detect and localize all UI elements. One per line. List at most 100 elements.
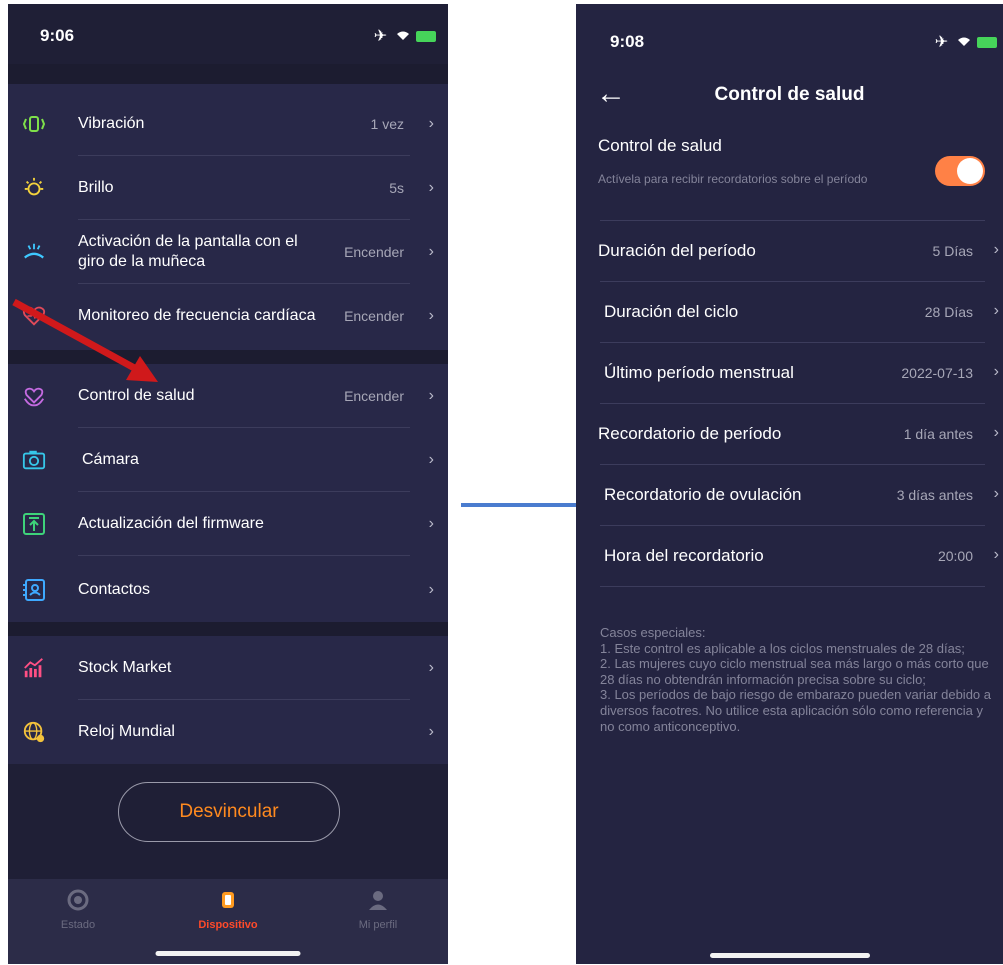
row-ovulation-reminder[interactable]: Recordatorio de ovulación 3 días antes › (600, 464, 1003, 526)
tab-bar: Estado Dispositivo Mi perfil (8, 879, 448, 964)
setting-label: Actualización del firmware (78, 515, 264, 532)
tab-mi-perfil[interactable]: Mi perfil (328, 889, 428, 931)
row-divider (600, 586, 985, 587)
setting-row-world-clock[interactable]: Reloj Mundial › (8, 700, 448, 764)
chevron-right-icon: › (428, 387, 434, 404)
chevron-right-icon: › (428, 307, 434, 324)
row-label: Hora del recordatorio (604, 546, 764, 565)
battery-icon (977, 37, 997, 49)
world-clock-icon (22, 720, 46, 744)
home-indicator (709, 953, 870, 958)
status-icons: ✈ (935, 32, 997, 52)
row-label: Recordatorio de período (598, 424, 782, 443)
special-cases-notes: Casos especiales: 1. Este control es apl… (600, 625, 991, 734)
setting-value: Encender (344, 244, 404, 260)
vibration-icon (22, 112, 46, 136)
chevron-right-icon: › (428, 723, 434, 740)
battery-icon (416, 31, 436, 43)
chevron-right-icon: › (428, 451, 434, 468)
status-bar: 9:08 ✈ (576, 4, 1003, 64)
toggle-title: Control de salud (598, 136, 722, 155)
row-value: 1 día antes (903, 426, 973, 442)
setting-label: Brillo (78, 179, 114, 196)
chevron-right-icon: › (993, 363, 999, 380)
settings-group-3: Stock Market › Reloj Mundial › (8, 636, 448, 764)
status-time: 9:08 (610, 32, 645, 51)
setting-value: 1 vez (370, 116, 404, 132)
row-label: Último período menstrual (604, 363, 794, 382)
stock-market-icon (22, 656, 46, 680)
toggle-subtitle: Actívela para recibir recordatorios sobr… (598, 172, 868, 186)
toggle-knob (957, 158, 983, 184)
setting-row-contacts[interactable]: Contactos › (8, 558, 448, 622)
row-value: 20:00 (937, 548, 973, 564)
row-reminder-time[interactable]: Hora del recordatorio 20:00 › (600, 525, 1003, 587)
row-label: Recordatorio de ovulación (604, 485, 802, 504)
chevron-right-icon: › (993, 546, 999, 563)
section-spacer (8, 622, 448, 636)
row-value: 28 Días (924, 304, 973, 320)
setting-value: Encender (344, 308, 404, 324)
chevron-right-icon: › (428, 659, 434, 676)
firmware-update-icon (22, 512, 46, 536)
tab-label: Mi perfil (358, 919, 398, 931)
chevron-right-icon: › (428, 581, 434, 598)
contacts-icon (22, 578, 46, 602)
airplane-icon: ✈ (373, 28, 390, 45)
setting-value: 5s (389, 180, 404, 196)
health-control-toggle[interactable] (935, 156, 985, 186)
tab-label: Estado (60, 919, 96, 931)
chevron-right-icon: › (428, 115, 434, 132)
row-period-reminder[interactable]: Recordatorio de período 1 día antes › (598, 403, 1003, 465)
chevron-right-icon: › (993, 424, 999, 441)
chevron-right-icon: › (428, 515, 434, 532)
status-ring-icon (67, 889, 89, 911)
row-cycle-duration[interactable]: Duración del ciclo 28 Días › (600, 281, 1003, 343)
chevron-right-icon: › (428, 243, 434, 260)
chevron-right-icon: › (993, 485, 999, 502)
setting-row-vibration[interactable]: Vibración 1 vez › (8, 92, 448, 156)
airplane-icon: ✈ (934, 34, 951, 51)
wifi-icon (957, 34, 977, 51)
right-phone-screen: 9:08 ✈ ← Control de salud Control de sal… (576, 4, 1003, 964)
setting-label: Stock Market (78, 659, 172, 676)
setting-label: Cámara (82, 451, 139, 468)
row-label: Duración del ciclo (604, 302, 739, 321)
chevron-right-icon: › (428, 179, 434, 196)
watch-icon (217, 889, 239, 911)
chevron-right-icon: › (993, 302, 999, 319)
left-phone-screen: 9:06 ✈ Vibración 1 vez › Brillo 5s › Act… (8, 4, 448, 964)
setting-label: Activación de la pantalla con el giro de… (78, 233, 298, 270)
row-value: 3 días antes (896, 487, 973, 503)
home-indicator (155, 951, 301, 956)
row-value: 5 Días (932, 243, 973, 259)
brightness-icon (22, 176, 46, 200)
tab-estado[interactable]: Estado (28, 889, 128, 931)
row-last-period[interactable]: Último período menstrual 2022-07-13 › (600, 342, 1003, 404)
setting-label: Reloj Mundial (78, 723, 175, 740)
section-spacer (8, 64, 448, 84)
annotation-red-arrow (12, 298, 158, 382)
row-divider (78, 555, 410, 556)
unlink-button[interactable]: Desvincular (118, 782, 340, 842)
setting-value: Encender (344, 388, 404, 404)
tab-dispositivo[interactable]: Dispositivo (178, 889, 278, 931)
wrist-raise-icon (22, 240, 46, 264)
status-time: 9:06 (40, 26, 75, 45)
row-period-duration[interactable]: Duración del período 5 Días › (598, 220, 1003, 282)
page-title: Control de salud (714, 84, 865, 105)
wifi-icon (396, 28, 416, 45)
setting-row-firmware[interactable]: Actualización del firmware › (8, 492, 448, 556)
setting-row-wrist-raise[interactable]: Activación de la pantalla con el giro de… (8, 220, 448, 284)
setting-label: Contactos (78, 581, 151, 598)
chevron-right-icon: › (993, 241, 999, 258)
navigation-bar: ← Control de salud (576, 74, 1003, 118)
setting-label: Vibración (78, 115, 145, 132)
status-icons: ✈ (374, 26, 436, 46)
settings-group-2: Control de salud Encender › Cámara › Act… (8, 364, 448, 622)
profile-icon (367, 889, 389, 911)
setting-row-stock-market[interactable]: Stock Market › (8, 636, 448, 700)
setting-row-brightness[interactable]: Brillo 5s › (8, 156, 448, 220)
setting-row-camera[interactable]: Cámara › (8, 428, 448, 492)
annotation-blue-arrow-line (461, 503, 579, 507)
